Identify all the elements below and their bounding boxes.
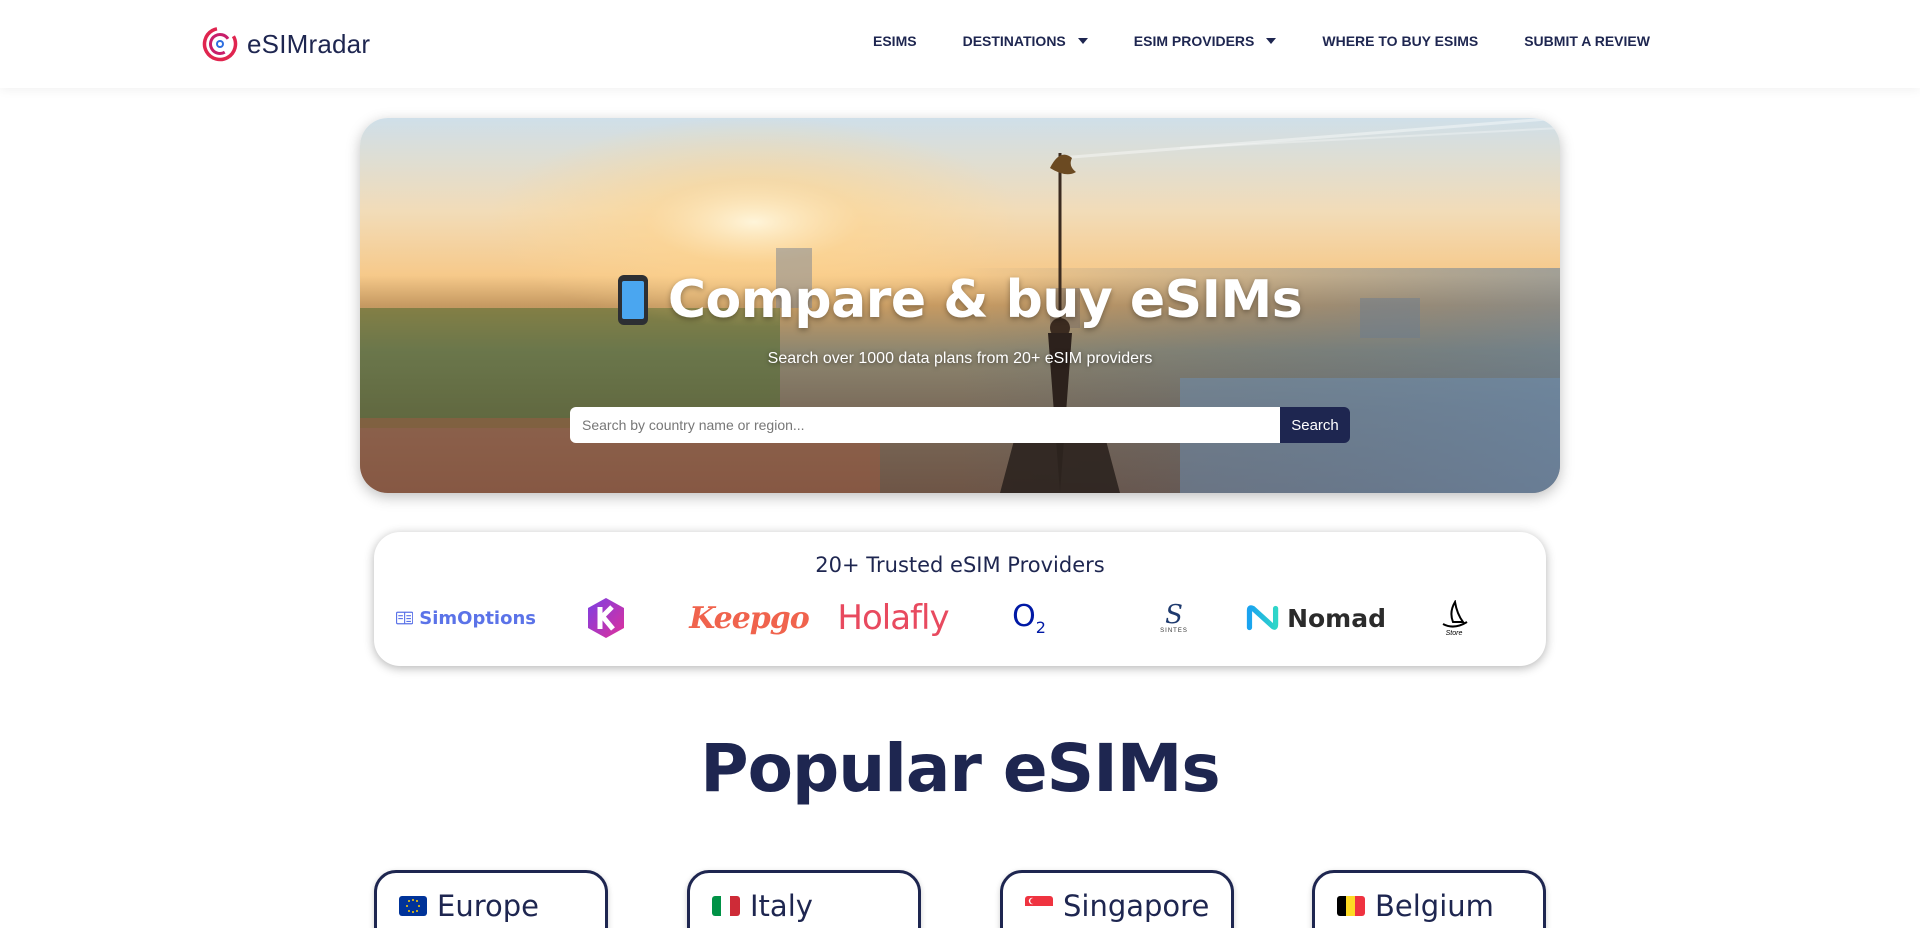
popular-card-italy[interactable]: Italy (687, 870, 921, 928)
o2-wordmark: O2 (1012, 599, 1046, 637)
nav-esim-providers[interactable]: ESIM PROVIDERS (1134, 33, 1277, 49)
holafly-wordmark: Holafly (837, 598, 949, 638)
main-nav: ESIMS DESTINATIONS ESIM PROVIDERS WHERE … (873, 33, 1650, 49)
provider-logo-k[interactable] (584, 596, 628, 640)
providers-title: 20+ Trusted eSIM Providers (815, 553, 1105, 577)
provider-logo-keepgo[interactable]: Keepgo (689, 596, 810, 640)
provider-logo-o2[interactable]: O2 (1004, 596, 1054, 640)
card-name: Europe (437, 889, 539, 923)
popular-esims-heading: Popular eSIMs (700, 730, 1220, 807)
search-button[interactable]: Search (1280, 407, 1350, 443)
nomad-logo-icon (1246, 605, 1279, 631)
o2-letter: O (1012, 599, 1036, 634)
card-name: Italy (750, 889, 813, 923)
site-logo[interactable]: eSIMradar (202, 26, 370, 62)
search-bar: Search (570, 407, 1350, 443)
popular-card-singapore[interactable]: Singapore (1000, 870, 1234, 928)
sintes-wordmark: SINTES (1160, 628, 1188, 634)
nav-esim-providers-label: ESIM PROVIDERS (1133, 33, 1255, 49)
sintes-mark: S (1165, 600, 1183, 630)
card-header: Italy (712, 889, 813, 923)
nomad-wordmark: Nomad (1287, 603, 1386, 633)
caret-down-icon (1266, 38, 1277, 44)
hero-title: Compare & buy eSIMs (667, 270, 1303, 330)
sailboat-logo-icon (1442, 599, 1468, 628)
provider-logo-nomad[interactable]: Nomad (1246, 596, 1386, 640)
card-name: Belgium (1375, 889, 1494, 923)
site-header: eSIMradar ESIMS DESTINATIONS ESIM PROVID… (0, 0, 1920, 88)
nav-esims[interactable]: ESIMS (873, 33, 917, 49)
logo-text: eSIMradar (247, 28, 371, 59)
store-wordmark: Store (1445, 629, 1463, 637)
o2-subscript: 2 (1035, 618, 1046, 637)
nav-esims-label: ESIMS (873, 33, 917, 49)
simoptions-wordmark: SimOptions (419, 607, 536, 629)
hero-subtitle: Search over 1000 data plans from 20+ eSI… (767, 350, 1153, 367)
hexagon-k-logo-icon (588, 598, 624, 638)
popular-card-belgium[interactable]: Belgium (1312, 870, 1546, 928)
singapore-flag-icon (1025, 896, 1053, 916)
popular-card-europe[interactable]: Europe (374, 870, 608, 928)
nav-where-to-buy-label: WHERE TO BUY ESIMS (1322, 33, 1479, 49)
keepgo-wordmark: Keepgo (689, 600, 810, 636)
nav-destinations[interactable]: DESTINATIONS (963, 33, 1088, 49)
radar-logo-icon (202, 26, 238, 62)
nav-submit-review[interactable]: SUBMIT A REVIEW (1524, 33, 1650, 49)
simoptions-logo-icon (396, 611, 414, 625)
hero-heading: Compare & buy eSIMs (360, 270, 1560, 330)
hero-banner: Compare & buy eSIMs Search over 1000 dat… (360, 118, 1560, 493)
search-input[interactable] (570, 407, 1280, 443)
nav-where-to-buy[interactable]: WHERE TO BUY ESIMS (1322, 33, 1478, 49)
nav-submit-review-label: SUBMIT A REVIEW (1524, 33, 1650, 49)
card-header: Singapore (1025, 889, 1209, 923)
trusted-providers-panel: 20+ Trusted eSIM Providers SimOptions Ke… (374, 532, 1546, 666)
card-header: Europe (399, 889, 539, 923)
italy-flag-icon (712, 896, 740, 916)
provider-logo-sintes[interactable]: S SINTES (1154, 596, 1194, 640)
provider-logo-holafly[interactable]: Holafly (828, 596, 958, 640)
provider-logo-simoptions[interactable]: SimOptions (396, 596, 536, 640)
nav-destinations-label: DESTINATIONS (962, 33, 1066, 49)
caret-down-icon (1077, 38, 1088, 44)
card-header: Belgium (1337, 889, 1494, 923)
belgium-flag-icon (1337, 896, 1365, 916)
mobile-phone-icon (617, 275, 648, 325)
provider-logo-store[interactable]: Store (1434, 596, 1474, 640)
eu-flag-icon (399, 896, 427, 916)
card-name: Singapore (1063, 889, 1210, 923)
